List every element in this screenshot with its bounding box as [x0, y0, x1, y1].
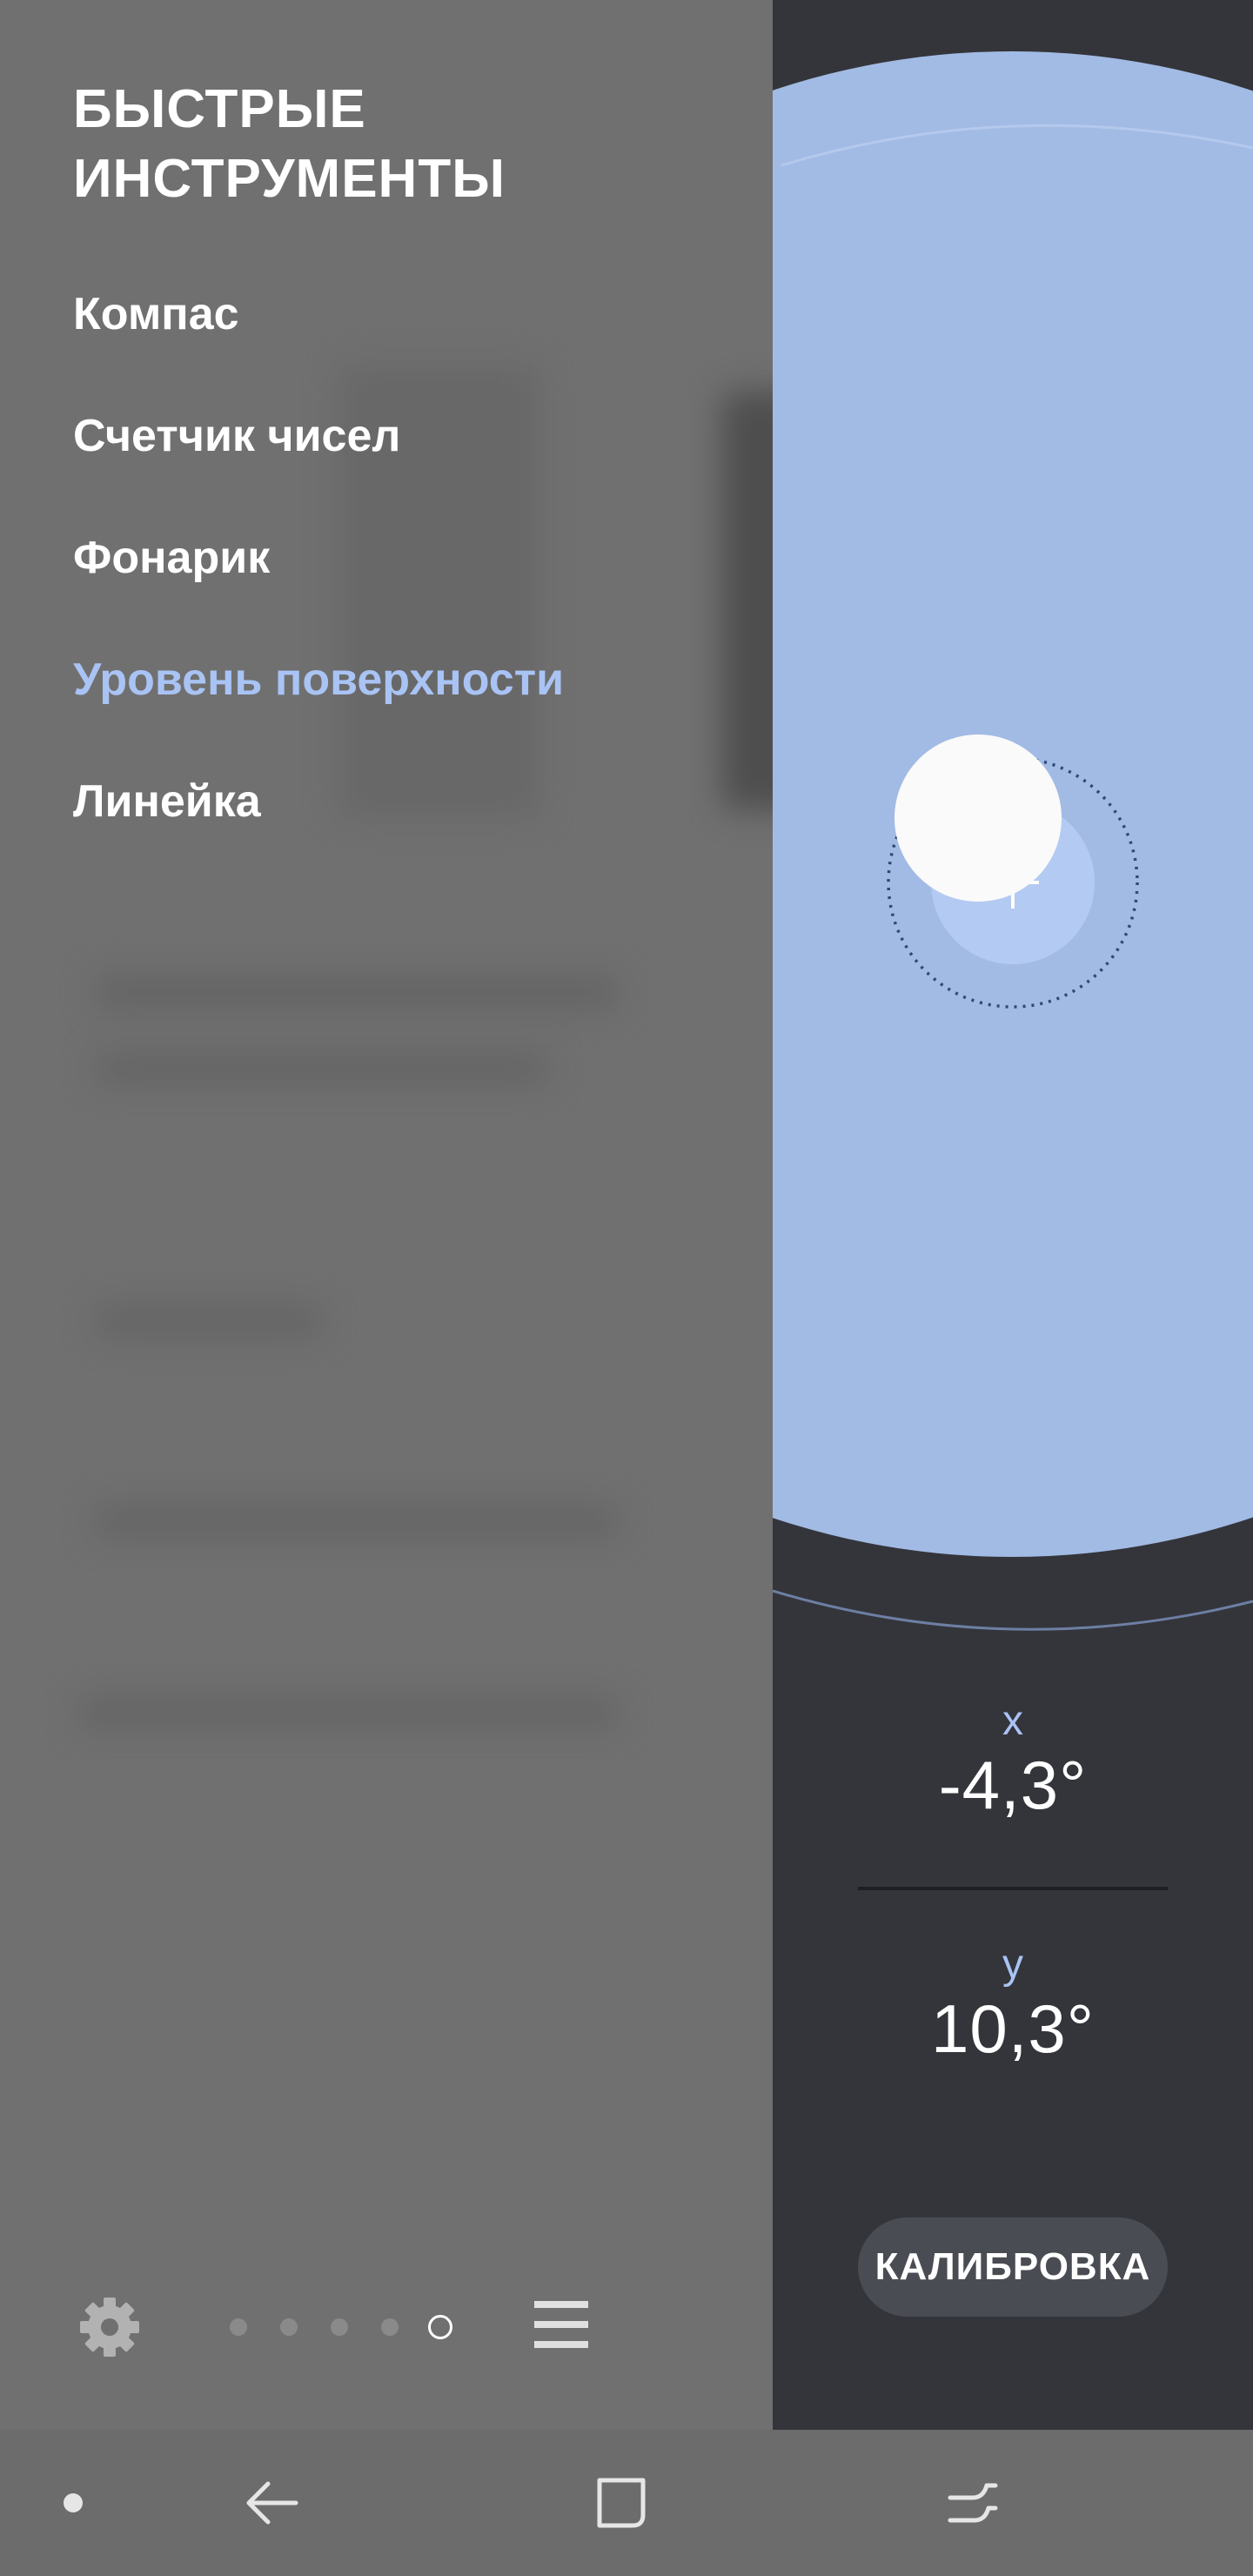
x-reading: x -4,3° [773, 1697, 1253, 1824]
calibrate-button[interactable]: КАЛИБРОВКА [858, 2217, 1168, 2317]
recents-icon [948, 2483, 998, 2523]
dot-icon [64, 2493, 83, 2512]
back-button[interactable] [228, 2459, 315, 2546]
blurred-background [78, 1697, 618, 1728]
recents-button[interactable] [929, 2459, 1016, 2546]
settings-button[interactable] [75, 2292, 144, 2362]
page-indicator-current[interactable] [428, 2315, 452, 2339]
back-icon [246, 2481, 298, 2525]
drawer-title-line-2: ИНСТРУМЕНТЫ [73, 149, 506, 209]
menu-item-counter[interactable]: Счетчик чисел [73, 406, 400, 466]
x-axis-label: x [1002, 1698, 1023, 1744]
quick-tools-drawer: БЫСТРЫЕ ИНСТРУМЕНТЫ Компас Счетчик чисел… [0, 0, 773, 2430]
drawer-title: БЫСТРЫЕ ИНСТРУМЕНТЫ [73, 75, 700, 214]
y-axis-label: y [1002, 1942, 1023, 1988]
drawer-title-line-1: БЫСТРЫЕ [73, 79, 366, 139]
menu-item-ruler[interactable]: Линейка [73, 771, 261, 832]
level-bubble [895, 735, 1062, 902]
screen: x -4,3° y 10,3° КАЛИБРОВКА БЫСТРЫЕ ИНСТР… [0, 0, 1253, 2576]
gear-icon [80, 2298, 139, 2357]
page-indicator-dot[interactable] [331, 2318, 348, 2336]
level-outer-arc [773, 1589, 1253, 1631]
blurred-background [96, 1053, 548, 1084]
nav-dot-button[interactable] [30, 2459, 117, 2546]
page-indicator-dot[interactable] [230, 2318, 247, 2336]
menu-item-flashlight[interactable]: Фонарик [73, 527, 270, 588]
blurred-background [722, 392, 773, 809]
y-axis-value: 10,3° [930, 1990, 1095, 2067]
drawer-footer [0, 2280, 773, 2367]
page-indicator-dot[interactable] [280, 2318, 298, 2336]
axis-divider [858, 1887, 1168, 1890]
menu-item-compass[interactable]: Компас [73, 284, 239, 345]
surface-level-tool: x -4,3° y 10,3° КАЛИБРОВКА [773, 0, 1253, 2430]
hamburger-menu-icon [534, 2301, 588, 2348]
blurred-background [96, 975, 618, 1010]
system-nav-bar [0, 2430, 1253, 2576]
y-reading: y 10,3° [773, 1941, 1253, 2068]
menu-item-surface-level[interactable]: Уровень поверхности [73, 649, 564, 710]
x-axis-value: -4,3° [938, 1747, 1088, 1823]
blurred-background [96, 1506, 618, 1537]
page-indicator-dot[interactable] [381, 2318, 399, 2336]
blurred-background [96, 1305, 322, 1337]
menu-button[interactable] [533, 2296, 590, 2353]
home-button[interactable] [578, 2459, 665, 2546]
home-icon [597, 2478, 646, 2528]
